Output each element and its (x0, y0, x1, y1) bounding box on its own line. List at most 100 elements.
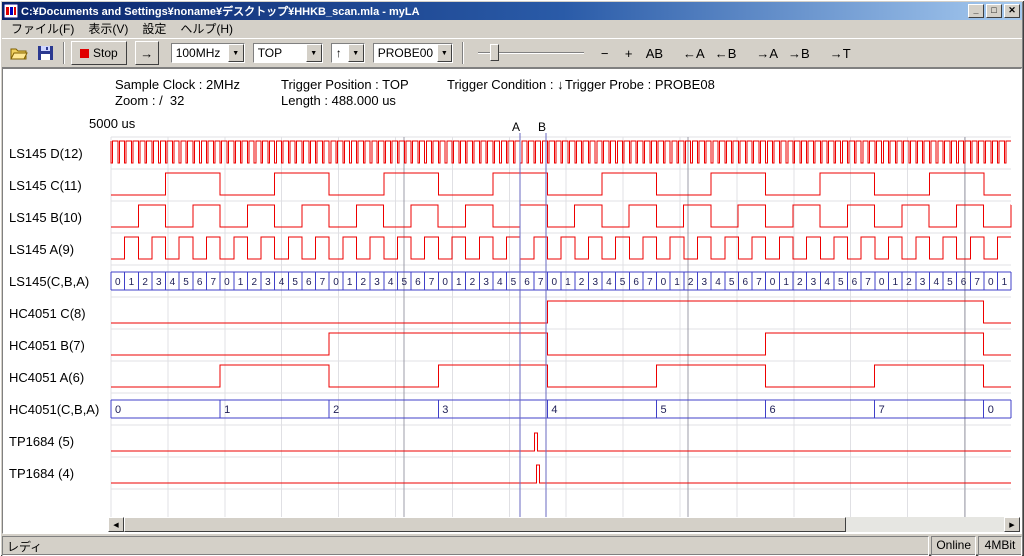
bus-value: 5 (511, 277, 517, 288)
bus-value: 7 (756, 277, 762, 288)
waveform-strobe-trace (111, 141, 1011, 163)
stop-icon (80, 49, 89, 58)
scroll-left-icon[interactable]: ◀ (108, 517, 124, 532)
zoom-out-button[interactable]: − (594, 42, 616, 64)
bus-value: 2 (797, 277, 803, 288)
cursor-label: B (538, 120, 546, 134)
channel-label: HC4051 C(8) (9, 306, 86, 321)
chevron-down-icon[interactable]: ▼ (348, 44, 364, 62)
bus-value: 5 (183, 277, 189, 288)
channel-label: TP1684 (5) (9, 434, 74, 449)
probe-value: PROBE00 (374, 44, 437, 62)
bus-value: 0 (224, 277, 230, 288)
chevron-down-icon[interactable]: ▼ (437, 44, 452, 62)
channel-label: TP1684 (4) (9, 466, 74, 481)
bus-value: 4 (388, 277, 394, 288)
bus-value: 7 (974, 277, 980, 288)
close-button[interactable]: ✕ (1004, 4, 1020, 18)
bus-value: 0 (115, 404, 121, 416)
save-button[interactable] (34, 42, 57, 64)
goto-trigger-button[interactable]: →T (826, 42, 855, 64)
trigger-condition-info: Trigger Condition : ↓ (447, 77, 564, 92)
waveform-pulse-trace (111, 465, 1011, 483)
bus-value: 0 (552, 277, 558, 288)
cursor-label: A (512, 120, 520, 134)
bus-value: 2 (142, 277, 148, 288)
trigger-position-combo[interactable]: TOP ▼ (253, 43, 323, 63)
bus-value: 2 (470, 277, 476, 288)
zoom-slider-thumb[interactable] (490, 44, 499, 61)
bus-value: 7 (429, 277, 435, 288)
bus-value: 5 (838, 277, 844, 288)
bus-value: 4 (497, 277, 503, 288)
trigger-probe-info: Trigger Probe : PROBE08 (565, 77, 715, 92)
length-info: Length : 488.000 us (281, 93, 396, 108)
maximize-button[interactable]: □ (986, 4, 1002, 18)
bus-value: 5 (947, 277, 953, 288)
stop-label: Stop (93, 46, 118, 60)
waveform-area[interactable]: LS145 D(12)LS145 C(11)LS145 B(10)LS145 A… (3, 111, 1019, 531)
menu-view[interactable]: 表示(V) (81, 19, 135, 39)
bus-value: 3 (265, 277, 271, 288)
waveform-panel: Sample Clock : 2MHz Trigger Position : T… (2, 68, 1022, 534)
bus-value: 6 (306, 277, 312, 288)
bus-value: 0 (333, 277, 339, 288)
menu-settings[interactable]: 設定 (135, 19, 173, 39)
bus-value: 4 (715, 277, 721, 288)
stop-button[interactable]: Stop (71, 41, 127, 65)
zoom-slider[interactable] (476, 42, 586, 64)
bus-value: 4 (606, 277, 612, 288)
bus-value: 1 (1002, 277, 1008, 288)
trigger-edge-combo[interactable]: ↑ ▼ (331, 43, 365, 63)
probe-combo[interactable]: PROBE00 ▼ (373, 43, 453, 63)
bus-value: 1 (347, 277, 353, 288)
menu-help[interactable]: ヘルプ(H) (173, 19, 240, 39)
bus-value: 1 (893, 277, 899, 288)
scrollbar-thumb[interactable] (124, 517, 846, 532)
bus-value: 4 (824, 277, 830, 288)
zoom-in-button[interactable]: + (618, 42, 640, 64)
bus-value: 5 (729, 277, 735, 288)
menu-file[interactable]: ファイル(F) (4, 19, 81, 39)
minimize-button[interactable]: _ (968, 4, 984, 18)
goto-a-left-button[interactable]: ←A (679, 42, 709, 64)
bus-value: 3 (483, 277, 489, 288)
channel-label: LS145 C(11) (9, 178, 82, 193)
chevron-down-icon[interactable]: ▼ (228, 44, 244, 62)
waveform-trace (111, 301, 1011, 323)
scroll-right-icon[interactable]: ▶ (1004, 517, 1020, 532)
channel-label: HC4051 B(7) (9, 338, 85, 353)
goto-a-right-button[interactable]: →A (752, 42, 782, 64)
bus-value: 0 (442, 277, 448, 288)
app-window: C:¥Documents and Settings¥noname¥デスクトップ¥… (0, 0, 1024, 556)
bus-value: 6 (961, 277, 967, 288)
goto-b-left-button[interactable]: ←B (711, 42, 741, 64)
bus-value: 5 (292, 277, 298, 288)
bus-value: 0 (115, 277, 121, 288)
save-floppy-icon (38, 46, 53, 60)
sample-clock-info: Sample Clock : 2MHz (115, 77, 240, 92)
bus-value: 6 (770, 404, 776, 416)
scrollbar-track[interactable] (124, 517, 1004, 532)
bus-value: 0 (988, 404, 994, 416)
bus-value: 2 (361, 277, 367, 288)
sample-clock-combo[interactable]: 100MHz ▼ (171, 43, 245, 63)
statusbar: レディ Online 4MBit (2, 534, 1022, 556)
window-title: C:¥Documents and Settings¥noname¥デスクトップ¥… (21, 3, 966, 19)
bus-value: 4 (933, 277, 939, 288)
bus-value: 0 (879, 277, 885, 288)
goto-b-right-button[interactable]: →B (784, 42, 814, 64)
ab-button[interactable]: AB (642, 42, 667, 64)
channel-label: HC4051(C,B,A) (9, 402, 99, 417)
bus-value: 1 (674, 277, 680, 288)
bus-value: 5 (620, 277, 626, 288)
channel-label: LS145 A(9) (9, 242, 74, 257)
horizontal-scrollbar[interactable]: ◀ ▶ (108, 517, 1020, 532)
bus-value: 5 (660, 404, 666, 416)
toolbar-separator (63, 42, 65, 64)
toolbar: Stop → 100MHz ▼ TOP ▼ ↑ ▼ PROBE00 ▼ − + … (2, 38, 1022, 68)
open-button[interactable] (6, 42, 32, 64)
waveform-pulse-trace (111, 433, 1011, 451)
run-button[interactable]: → (135, 41, 159, 65)
chevron-down-icon[interactable]: ▼ (306, 44, 322, 62)
